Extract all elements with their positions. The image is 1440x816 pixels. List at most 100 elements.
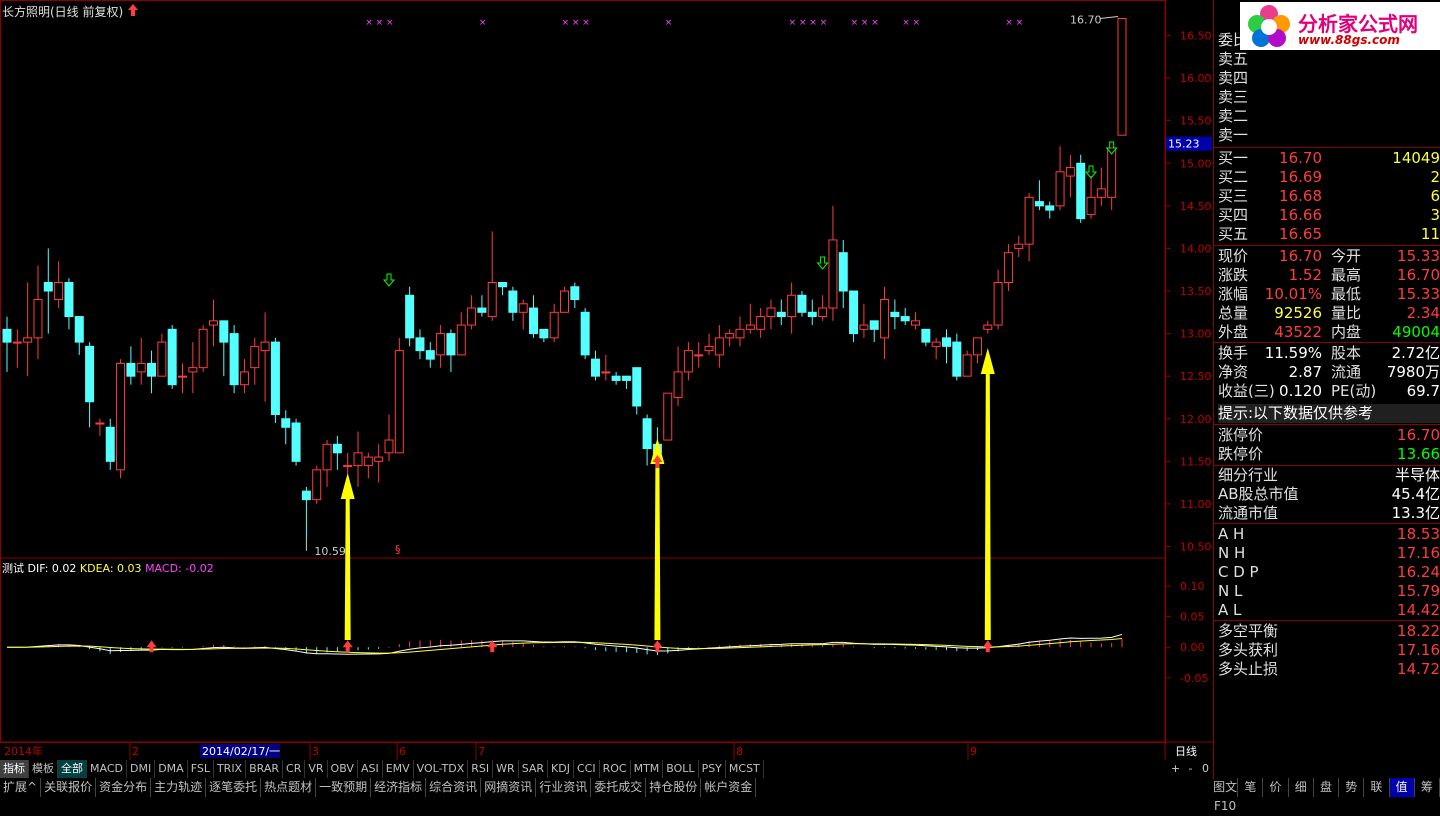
macd-up-arrow [342,640,353,653]
indicator-tab-asi[interactable]: ASI [358,760,383,778]
balance-row: 多头获利 17.16 [1218,641,1440,660]
panel-tab[interactable]: 值 [1389,778,1415,797]
indicator-tab-sar[interactable]: SAR [519,760,549,778]
function-tab[interactable]: 网摘资讯 [481,778,537,797]
pivot-value: 16.24 [1397,563,1440,581]
stat-label: 换手 [1218,344,1249,362]
indicator-tab-macd[interactable]: MACD [87,760,127,778]
function-tab[interactable]: 资金分布 [96,778,152,797]
info-label: 流通市值 [1218,504,1279,522]
panel-tab[interactable]: 联 [1364,778,1390,797]
buy-volume: 11 [1420,225,1440,243]
price-tick-label: 15.50 [1180,115,1212,128]
candle-body [1024,196,1034,245]
indicator-tab-emv[interactable]: EMV [383,760,414,778]
function-tab[interactable]: 扩展^ [0,778,42,797]
panel-tab[interactable]: 筹 [1415,778,1440,797]
kline-chart[interactable]: 16.50 16.00 15.50 15.00 14.50 14.00 13.50 13.00… [0,0,1213,760]
candle-body [725,333,735,339]
stat-row: 收益(三) 0.120 PE(动) 69.7 [1218,382,1440,401]
zoom-button[interactable]: 0 [1198,760,1213,778]
price-tick-label: 13.50 [1180,285,1212,298]
candle-body [178,375,188,378]
candle-body [229,333,239,386]
candle-body [1065,167,1075,177]
indicator-tab-rsi[interactable]: RSI [468,760,494,778]
signal-marker: × [572,18,580,28]
indicator-tab-cci[interactable]: CCI [574,760,600,778]
candle-body [642,418,652,450]
balance-label: 多头止损 [1218,660,1279,678]
candle-body [807,311,817,318]
indicator-tab-psy[interactable]: PSY [699,760,726,778]
signal-marker: × [820,18,828,28]
indicator-tab-全部[interactable]: 全部 [58,760,87,778]
buy-label: 买五 [1218,225,1249,243]
candle-body [683,350,693,373]
indicator-tab-模板[interactable]: 模板 [29,760,58,778]
sell-label: 卖二 [1218,107,1249,125]
info-value: 45.4亿 [1391,485,1440,503]
zoom-button[interactable]: + [1168,760,1183,778]
stat-label-2: PE(动) [1331,382,1377,400]
indicator-tab-roc[interactable]: ROC [600,760,631,778]
function-tab[interactable]: 热点题材 [261,778,317,797]
function-tab[interactable]: 委托成交 [591,778,647,797]
candle-body [12,341,22,344]
panel-tab[interactable]: 盘 [1314,778,1340,797]
macd-tick-label: 0.05 [1180,611,1205,624]
indicator-tab-指标[interactable]: 指标 [0,760,29,778]
indicator-tab-obv[interactable]: OBV [328,760,358,778]
indicator-tab-boll[interactable]: BOLL [663,760,699,778]
function-tab[interactable]: 持仓股份 [646,778,702,797]
function-tab[interactable]: 主力轨迹 [151,778,207,797]
indicator-tab-mcst[interactable]: MCST [726,760,764,778]
panel-tab[interactable]: 图文F10 [1213,778,1239,813]
price-tick-label: 10.50 [1180,540,1212,553]
indicator-tab-dmi[interactable]: DMI [127,760,156,778]
signal-marker: × [1005,18,1013,28]
indicator-tab-fsl[interactable]: FSL [188,760,214,778]
candle-body [312,469,322,501]
panel-tab[interactable]: 细 [1289,778,1314,797]
indicator-tab-kdj[interactable]: KDJ [548,760,574,778]
panel-tab[interactable]: 价 [1263,778,1289,797]
signal-marker: × [376,18,384,28]
function-tab[interactable]: 经济指标 [371,778,427,797]
function-tab[interactable]: 逐笔委托 [206,778,262,797]
candle-body [849,290,859,335]
candle-body [921,328,931,343]
function-tab[interactable]: 帐户资金 [701,778,757,797]
indicator-tab-trix[interactable]: TRIX [214,760,247,778]
function-tab[interactable]: 行业资讯 [536,778,592,797]
indicator-tab-brar[interactable]: BRAR [246,760,284,778]
stat-row: 换手 11.59% 股本 2.72亿 [1218,344,1440,363]
candle-body [549,311,559,339]
balance-value: 17.16 [1397,641,1440,659]
quote-label-2: 最低 [1331,285,1362,303]
indicator-tab-mtm[interactable]: MTM [631,760,664,778]
quote-label-2: 今开 [1331,247,1362,265]
function-tab[interactable]: 关联报价 [41,778,97,797]
dif-value: DIF: 0.02 [27,562,77,575]
indicator-tab-cr[interactable]: CR [283,760,306,778]
indicator-tab-dma[interactable]: DMA [155,760,188,778]
function-tab[interactable]: 综合资讯 [426,778,482,797]
panel-tab[interactable]: 笔 [1238,778,1264,797]
zoom-button[interactable]: - [1183,760,1198,778]
quote-label-2: 量比 [1331,304,1362,322]
buy-volume: 14049 [1392,149,1440,167]
sell-row: 卖二 [1218,107,1440,126]
indicator-tab-wr[interactable]: WR [493,760,519,778]
candle-body [818,307,828,318]
candle-body [869,320,879,330]
panel-tab[interactable]: 势 [1339,778,1365,797]
price-tick-label: 14.00 [1180,242,1212,255]
candle-body [1045,205,1055,211]
candle-body [1117,18,1127,136]
indicator-tab-vr[interactable]: VR [305,760,328,778]
indicator-tab-vol-tdx[interactable]: VOL-TDX [414,760,469,778]
function-tab[interactable]: 一致预期 [316,778,372,797]
quote-value-2: 16.70 [1397,266,1440,284]
period-label: 日线 [1175,744,1197,758]
